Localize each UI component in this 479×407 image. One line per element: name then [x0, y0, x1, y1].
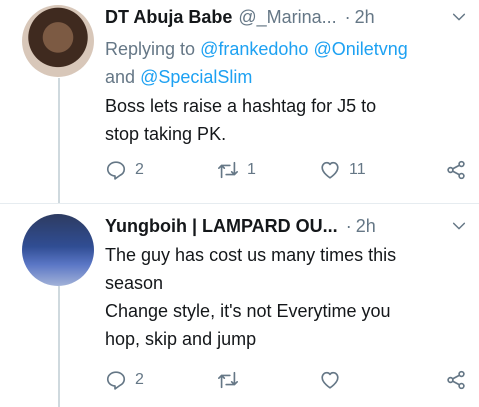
chevron-down-icon[interactable] [451, 218, 467, 234]
tweet-text: The guy has cost us many times this seas… [105, 245, 397, 349]
reply-count: 2 [135, 161, 144, 178]
separator: · [345, 215, 352, 236]
timestamp[interactable]: 2h [355, 7, 375, 28]
like-button[interactable] [319, 368, 341, 392]
reply-icon [105, 159, 127, 181]
reply-button[interactable]: 2 [105, 368, 144, 392]
timestamp[interactable]: 2h [356, 216, 376, 237]
mention-link[interactable]: @frankedoho [200, 39, 308, 59]
replying-to: Replying to @frankedoho @Oniletvng and @S… [105, 35, 455, 91]
heart-icon [319, 159, 341, 181]
thread-line [58, 286, 60, 407]
heart-icon [319, 369, 341, 391]
tweet-actions: 2 [105, 368, 467, 392]
tweet-text: Boss lets raise a hashtag for J5 to stop… [105, 96, 377, 144]
tweet[interactable]: Yungboih | LAMPARD OU... · 2h The guy ha… [0, 204, 479, 407]
thread-line [58, 78, 60, 204]
tweet-header: DT Abuja Babe @_Marina... · 2h [105, 5, 467, 29]
retweet-button[interactable] [217, 368, 239, 392]
reply-count: 2 [135, 371, 144, 388]
tweet[interactable]: DT Abuja Babe @_Marina... · 2h Replying … [0, 0, 479, 204]
author-name[interactable]: Yungboih | LAMPARD OU... [105, 216, 338, 237]
separator: · [344, 6, 351, 27]
tweet-actions: 2 1 11 [105, 158, 467, 182]
share-icon [445, 159, 467, 181]
tweet-header: Yungboih | LAMPARD OU... · 2h [105, 214, 467, 238]
like-count: 11 [349, 161, 366, 178]
retweet-icon [217, 369, 239, 391]
tweet-feed: DT Abuja Babe @_Marina... · 2h Replying … [0, 0, 479, 407]
retweet-button[interactable]: 1 [217, 158, 256, 182]
retweet-icon [217, 159, 239, 181]
share-button[interactable] [445, 368, 467, 392]
avatar[interactable] [22, 214, 94, 286]
reply-button[interactable]: 2 [105, 158, 144, 182]
replying-to-label: Replying to [105, 39, 196, 59]
mention-link[interactable]: @SpecialSlim [140, 67, 252, 87]
author-name[interactable]: DT Abuja Babe [105, 7, 232, 28]
replying-to-and: and [105, 67, 136, 87]
reply-icon [105, 369, 127, 391]
author-handle[interactable]: @_Marina... [238, 7, 336, 28]
like-button[interactable]: 11 [319, 158, 366, 182]
share-icon [445, 369, 467, 391]
avatar[interactable] [22, 5, 94, 77]
share-button[interactable] [445, 158, 467, 182]
retweet-count: 1 [247, 161, 256, 178]
chevron-down-icon[interactable] [451, 9, 467, 25]
mention-link[interactable]: @Oniletvng [313, 39, 407, 59]
